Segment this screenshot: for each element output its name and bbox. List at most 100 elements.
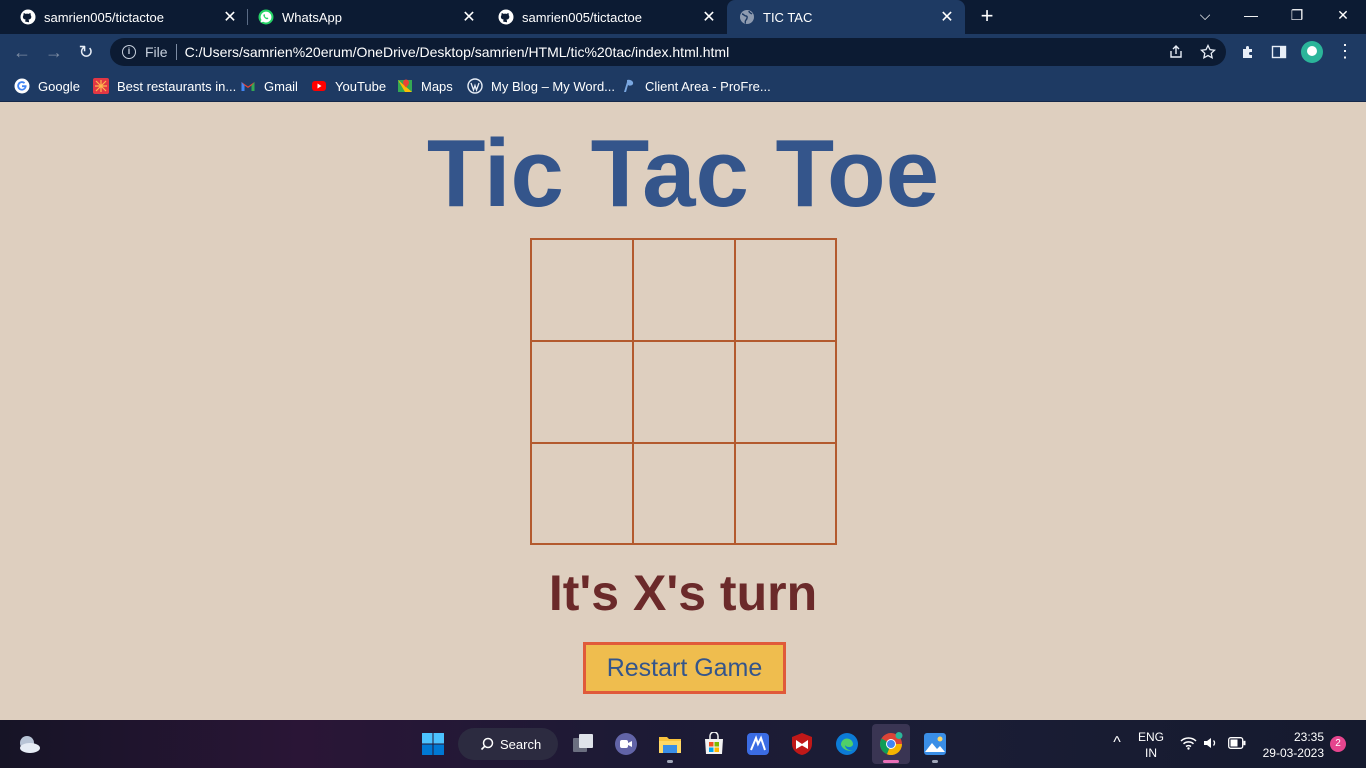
bookmark-label: My Blog – My Word... <box>491 78 616 94</box>
github-icon <box>498 9 514 25</box>
clock-time[interactable]: 23:35 <box>1258 730 1324 744</box>
bookmark-star-icon[interactable] <box>1200 44 1216 60</box>
bookmark-maps[interactable]: Maps <box>397 77 453 95</box>
bookmark-label: Gmail <box>264 78 298 94</box>
minimize-button[interactable]: — <box>1228 0 1274 30</box>
board-cell-7[interactable] <box>530 442 632 544</box>
close-window-button[interactable]: ✕ <box>1320 0 1366 30</box>
address-divider <box>175 44 177 60</box>
active-app-indicator <box>883 760 899 763</box>
board-cell-6[interactable] <box>734 340 836 442</box>
microsoft-store-icon[interactable] <box>702 732 726 756</box>
profreehost-icon <box>624 79 634 92</box>
wordpress-icon <box>467 78 483 94</box>
menu-kebab-icon[interactable]: ⋮ <box>1336 42 1354 62</box>
wifi-icon[interactable] <box>1180 736 1197 750</box>
bookmarks-bar: Google Best restaurants in... Gmail YouT… <box>0 70 1366 102</box>
windows-taskbar: Search ^ ENG IN 23:35 29-03-2023 2 <box>0 720 1366 768</box>
notification-badge[interactable]: 2 <box>1330 736 1346 752</box>
board-cell-8[interactable] <box>632 442 734 544</box>
board-cell-4[interactable] <box>530 340 632 442</box>
side-panel-icon[interactable] <box>1271 44 1287 60</box>
file-explorer-icon[interactable] <box>658 732 682 756</box>
media-app-icon[interactable] <box>746 732 770 756</box>
close-icon[interactable]: ✕ <box>220 7 240 27</box>
bookmark-blog[interactable]: My Blog – My Word... <box>467 77 615 95</box>
turn-status: It's X's turn <box>548 565 818 621</box>
edge-browser-icon[interactable] <box>835 732 859 756</box>
bookmark-label: Best restaurants in... <box>117 78 237 94</box>
maps-icon <box>398 79 412 92</box>
extensions-puzzle-icon[interactable] <box>1240 44 1256 60</box>
taskbar-search[interactable]: Search <box>458 728 558 760</box>
tab-github-1[interactable]: samrien005/tictactoe ✕ <box>0 0 248 34</box>
game-title: Tic Tac Toe <box>426 120 940 227</box>
bookmark-label: YouTube <box>335 78 387 94</box>
address-bar[interactable]: i File C:/Users/samrien%20erum/OneDrive/… <box>110 38 1226 66</box>
close-icon[interactable]: ✕ <box>699 7 719 27</box>
tray-overflow-chevron-icon[interactable]: ^ <box>1108 734 1126 752</box>
new-tab-button[interactable]: + <box>976 5 998 27</box>
youtube-icon <box>312 81 326 91</box>
bookmark-label: Client Area - ProFre... <box>645 78 771 94</box>
tab-title: samrien005/tictactoe <box>522 9 642 25</box>
bookmark-restaurants[interactable]: Best restaurants in... <box>93 77 236 95</box>
back-button[interactable]: ← <box>10 40 34 64</box>
volume-icon[interactable] <box>1203 736 1219 750</box>
share-icon[interactable] <box>1168 44 1184 60</box>
tab-strip: samrien005/tictactoe ✕ WhatsApp ✕ samrie… <box>0 0 1366 34</box>
reload-button[interactable]: ↻ <box>74 40 98 64</box>
bookmark-client-area[interactable]: Client Area - ProFre... <box>621 77 771 95</box>
gmail-icon <box>241 82 255 91</box>
running-indicator <box>932 760 938 763</box>
search-label: Search <box>500 736 542 752</box>
close-icon[interactable]: ✕ <box>937 7 957 27</box>
board-cell-3[interactable] <box>734 238 836 340</box>
github-icon <box>20 9 36 25</box>
battery-icon[interactable] <box>1228 737 1246 749</box>
teams-chat-icon[interactable] <box>614 732 638 756</box>
mcafee-icon[interactable] <box>790 732 814 756</box>
tab-tic-tac[interactable]: TIC TAC ✕ <box>727 0 965 34</box>
board-cell-2[interactable] <box>632 238 734 340</box>
site-info-icon[interactable]: i <box>122 45 136 59</box>
bookmark-google[interactable]: Google <box>14 77 80 95</box>
tab-title: TIC TAC <box>763 9 813 25</box>
globe-icon <box>740 10 754 24</box>
tab-whatsapp[interactable]: WhatsApp ✕ <box>238 0 487 34</box>
forward-button[interactable]: → <box>42 40 66 64</box>
photos-icon[interactable] <box>923 732 947 756</box>
bookmark-label: Google <box>38 78 80 94</box>
bookmark-gmail[interactable]: Gmail <box>240 77 298 95</box>
zomato-icon <box>93 78 109 94</box>
chrome-icon[interactable] <box>879 732 903 756</box>
restart-game-button[interactable]: Restart Game <box>583 642 786 694</box>
restore-button[interactable]: ❐ <box>1274 0 1320 30</box>
game-board <box>530 238 837 545</box>
tab-title: WhatsApp <box>282 9 342 25</box>
clock-date[interactable]: 29-03-2023 <box>1254 746 1324 760</box>
task-view-icon[interactable] <box>571 732 595 756</box>
whatsapp-icon <box>258 9 274 25</box>
address-url[interactable]: C:/Users/samrien%20erum/OneDrive/Desktop… <box>185 44 730 60</box>
language-region[interactable]: IN <box>1136 746 1166 760</box>
address-scheme: File <box>145 44 168 60</box>
language-code[interactable]: ENG <box>1136 730 1166 744</box>
browser-toolbar: ← → ↻ i File C:/Users/samrien%20erum/One… <box>0 34 1366 70</box>
board-cell-5[interactable] <box>632 340 734 442</box>
tab-github-2[interactable]: samrien005/tictactoe ✕ <box>478 0 727 34</box>
close-icon[interactable]: ✕ <box>459 7 479 27</box>
bookmark-label: Maps <box>421 78 453 94</box>
profile-avatar[interactable] <box>1301 41 1323 63</box>
running-indicator <box>667 760 673 763</box>
windows-start-icon[interactable] <box>421 732 445 756</box>
tab-title: samrien005/tictactoe <box>44 9 164 25</box>
google-icon <box>14 78 30 94</box>
board-cell-9[interactable] <box>734 442 836 544</box>
search-icon <box>480 737 494 751</box>
page-viewport: Tic Tac Toe It's X's turn Restart Game <box>0 103 1366 720</box>
tab-search-chevron-icon[interactable]: ⌵ <box>1182 0 1228 30</box>
bookmark-youtube[interactable]: YouTube <box>311 77 386 95</box>
board-cell-1[interactable] <box>530 238 632 340</box>
weather-cloud-icon[interactable] <box>16 732 42 756</box>
